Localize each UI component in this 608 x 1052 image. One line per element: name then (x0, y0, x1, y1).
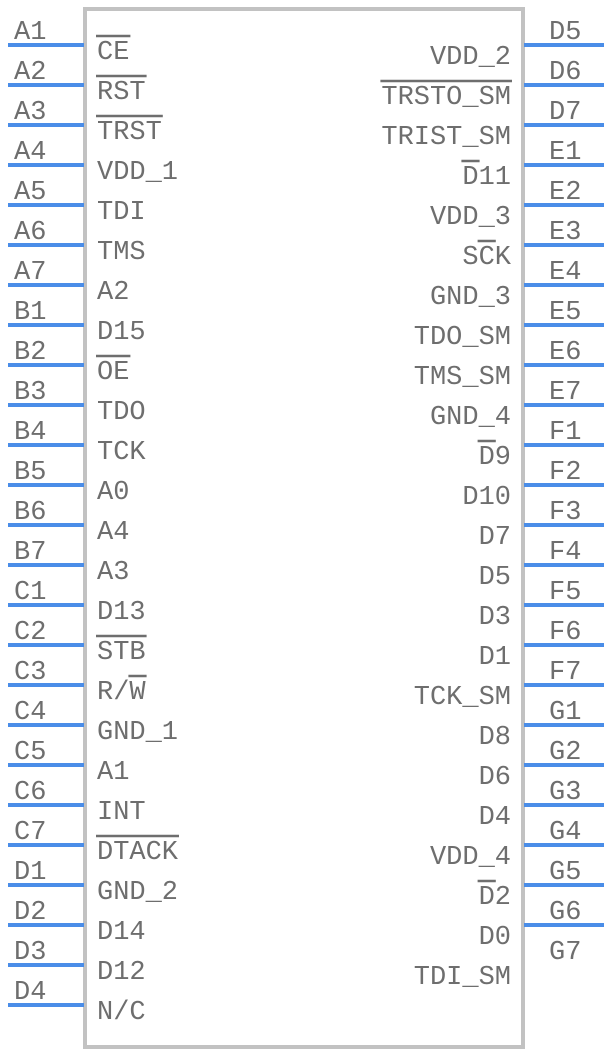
pin-label: R/W (97, 678, 146, 708)
pin-number: D5 (549, 18, 581, 48)
pin-number: C5 (14, 738, 46, 768)
pin-label: D1 (479, 643, 511, 673)
pin-label: VDD_4 (430, 843, 511, 873)
pin-label: VDD_2 (430, 43, 511, 73)
pin-number: E2 (549, 178, 581, 208)
pin-label: D7 (479, 523, 511, 553)
pin-number: E1 (549, 138, 581, 168)
pin-number: D4 (14, 978, 46, 1008)
pin-number: B5 (14, 458, 46, 488)
pin-label: TDI (97, 198, 146, 228)
pin-number: G6 (549, 898, 581, 928)
pin-label: DTACK (97, 838, 179, 868)
pin-label: GND_1 (97, 718, 178, 748)
pin-number: A2 (14, 58, 46, 88)
pin-label: A2 (97, 278, 129, 308)
pin-number: F3 (549, 498, 581, 528)
pin-number: C6 (14, 778, 46, 808)
pin-number: E4 (549, 258, 581, 288)
pin-label: GND_3 (430, 283, 511, 313)
pin-label: TDI_SM (414, 963, 511, 993)
pin-number: B2 (14, 338, 46, 368)
pin-label: SCK (462, 243, 511, 273)
pin-label: TCK (97, 438, 146, 468)
pin-label: OE (97, 358, 129, 388)
pin-number: G4 (549, 818, 581, 848)
pin-label: D6 (479, 763, 511, 793)
pin-number: C3 (14, 658, 46, 688)
pin-label: D10 (462, 483, 511, 513)
pin-number: G1 (549, 698, 581, 728)
pin-label: RST (97, 78, 146, 108)
pin-number: A3 (14, 98, 46, 128)
pin-label: VDD_3 (430, 203, 511, 233)
pin-number: F5 (549, 578, 581, 608)
pin-number: D3 (14, 938, 46, 968)
pin-label: TCK_SM (414, 683, 511, 713)
pin-number: F4 (549, 538, 581, 568)
pin-label: D5 (479, 563, 511, 593)
pin-number: B7 (14, 538, 46, 568)
pin-number: F6 (549, 618, 581, 648)
pin-number: A7 (14, 258, 46, 288)
pin-label: D8 (479, 723, 511, 753)
pin-number: C1 (14, 578, 46, 608)
pin-label: D15 (97, 318, 146, 348)
pin-label: D14 (97, 918, 146, 948)
pin-number: E6 (549, 338, 581, 368)
pin-label: D13 (97, 598, 146, 628)
pin-number: G7 (549, 938, 581, 968)
pin-number: D2 (14, 898, 46, 928)
pin-number: G5 (549, 858, 581, 888)
pin-label: TRIST_SM (381, 123, 511, 153)
pin-label: A4 (97, 518, 129, 548)
pin-label: D11 (462, 163, 511, 193)
pin-number: G3 (549, 778, 581, 808)
pin-label: TDO (97, 398, 146, 428)
pin-number: B6 (14, 498, 46, 528)
pin-number: C7 (14, 818, 46, 848)
pin-number: C2 (14, 618, 46, 648)
pin-number: A6 (14, 218, 46, 248)
pin-label: GND_4 (430, 403, 511, 433)
schematic-symbol: A1 CE A2 RST A3 TRST A4 VDD_1 A5 TDI A6 TMS A7 A2 B1 D1… (8, 7, 604, 1049)
pin-label: TMS_SM (414, 363, 511, 393)
pin-label: D12 (97, 958, 146, 988)
pin-label: VDD_1 (97, 158, 178, 188)
pin-label: GND_2 (97, 878, 178, 908)
pin-label: TMS (97, 238, 146, 268)
pin-label: CE (97, 38, 129, 68)
pin-number: D1 (14, 858, 46, 888)
pin-number: F1 (549, 418, 581, 448)
pin-label: D3 (479, 603, 511, 633)
pin-label: A3 (97, 558, 129, 588)
pin-label: INT (97, 798, 146, 828)
pin-number: A5 (14, 178, 46, 208)
pin-number: B3 (14, 378, 46, 408)
pin-label: TDO_SM (414, 323, 511, 353)
pin-number: A1 (14, 18, 46, 48)
pin-number: F2 (549, 458, 581, 488)
pin-number: E5 (549, 298, 581, 328)
pin-label: A0 (97, 478, 129, 508)
pin-number: D7 (549, 98, 581, 128)
pin-number: F7 (549, 658, 581, 688)
pin-number: C4 (14, 698, 46, 728)
pin-label: D4 (479, 803, 511, 833)
pin-number: B1 (14, 298, 46, 328)
pin-number: D6 (549, 58, 581, 88)
pin-number: B4 (14, 418, 46, 448)
pin-label: D0 (479, 923, 511, 953)
pin-label: TRST (97, 118, 162, 148)
pin-label: D9 (479, 443, 511, 473)
pin-number: E3 (549, 218, 581, 248)
pin-number: A4 (14, 138, 46, 168)
pin-number: E7 (549, 378, 581, 408)
pin-label: STB (97, 638, 146, 668)
pin-number: G2 (549, 738, 581, 768)
pin-label: D2 (479, 883, 511, 913)
pin-label: TRSTO_SM (381, 83, 511, 113)
pin-label: N/C (97, 998, 146, 1028)
pin-label: A1 (97, 758, 129, 788)
